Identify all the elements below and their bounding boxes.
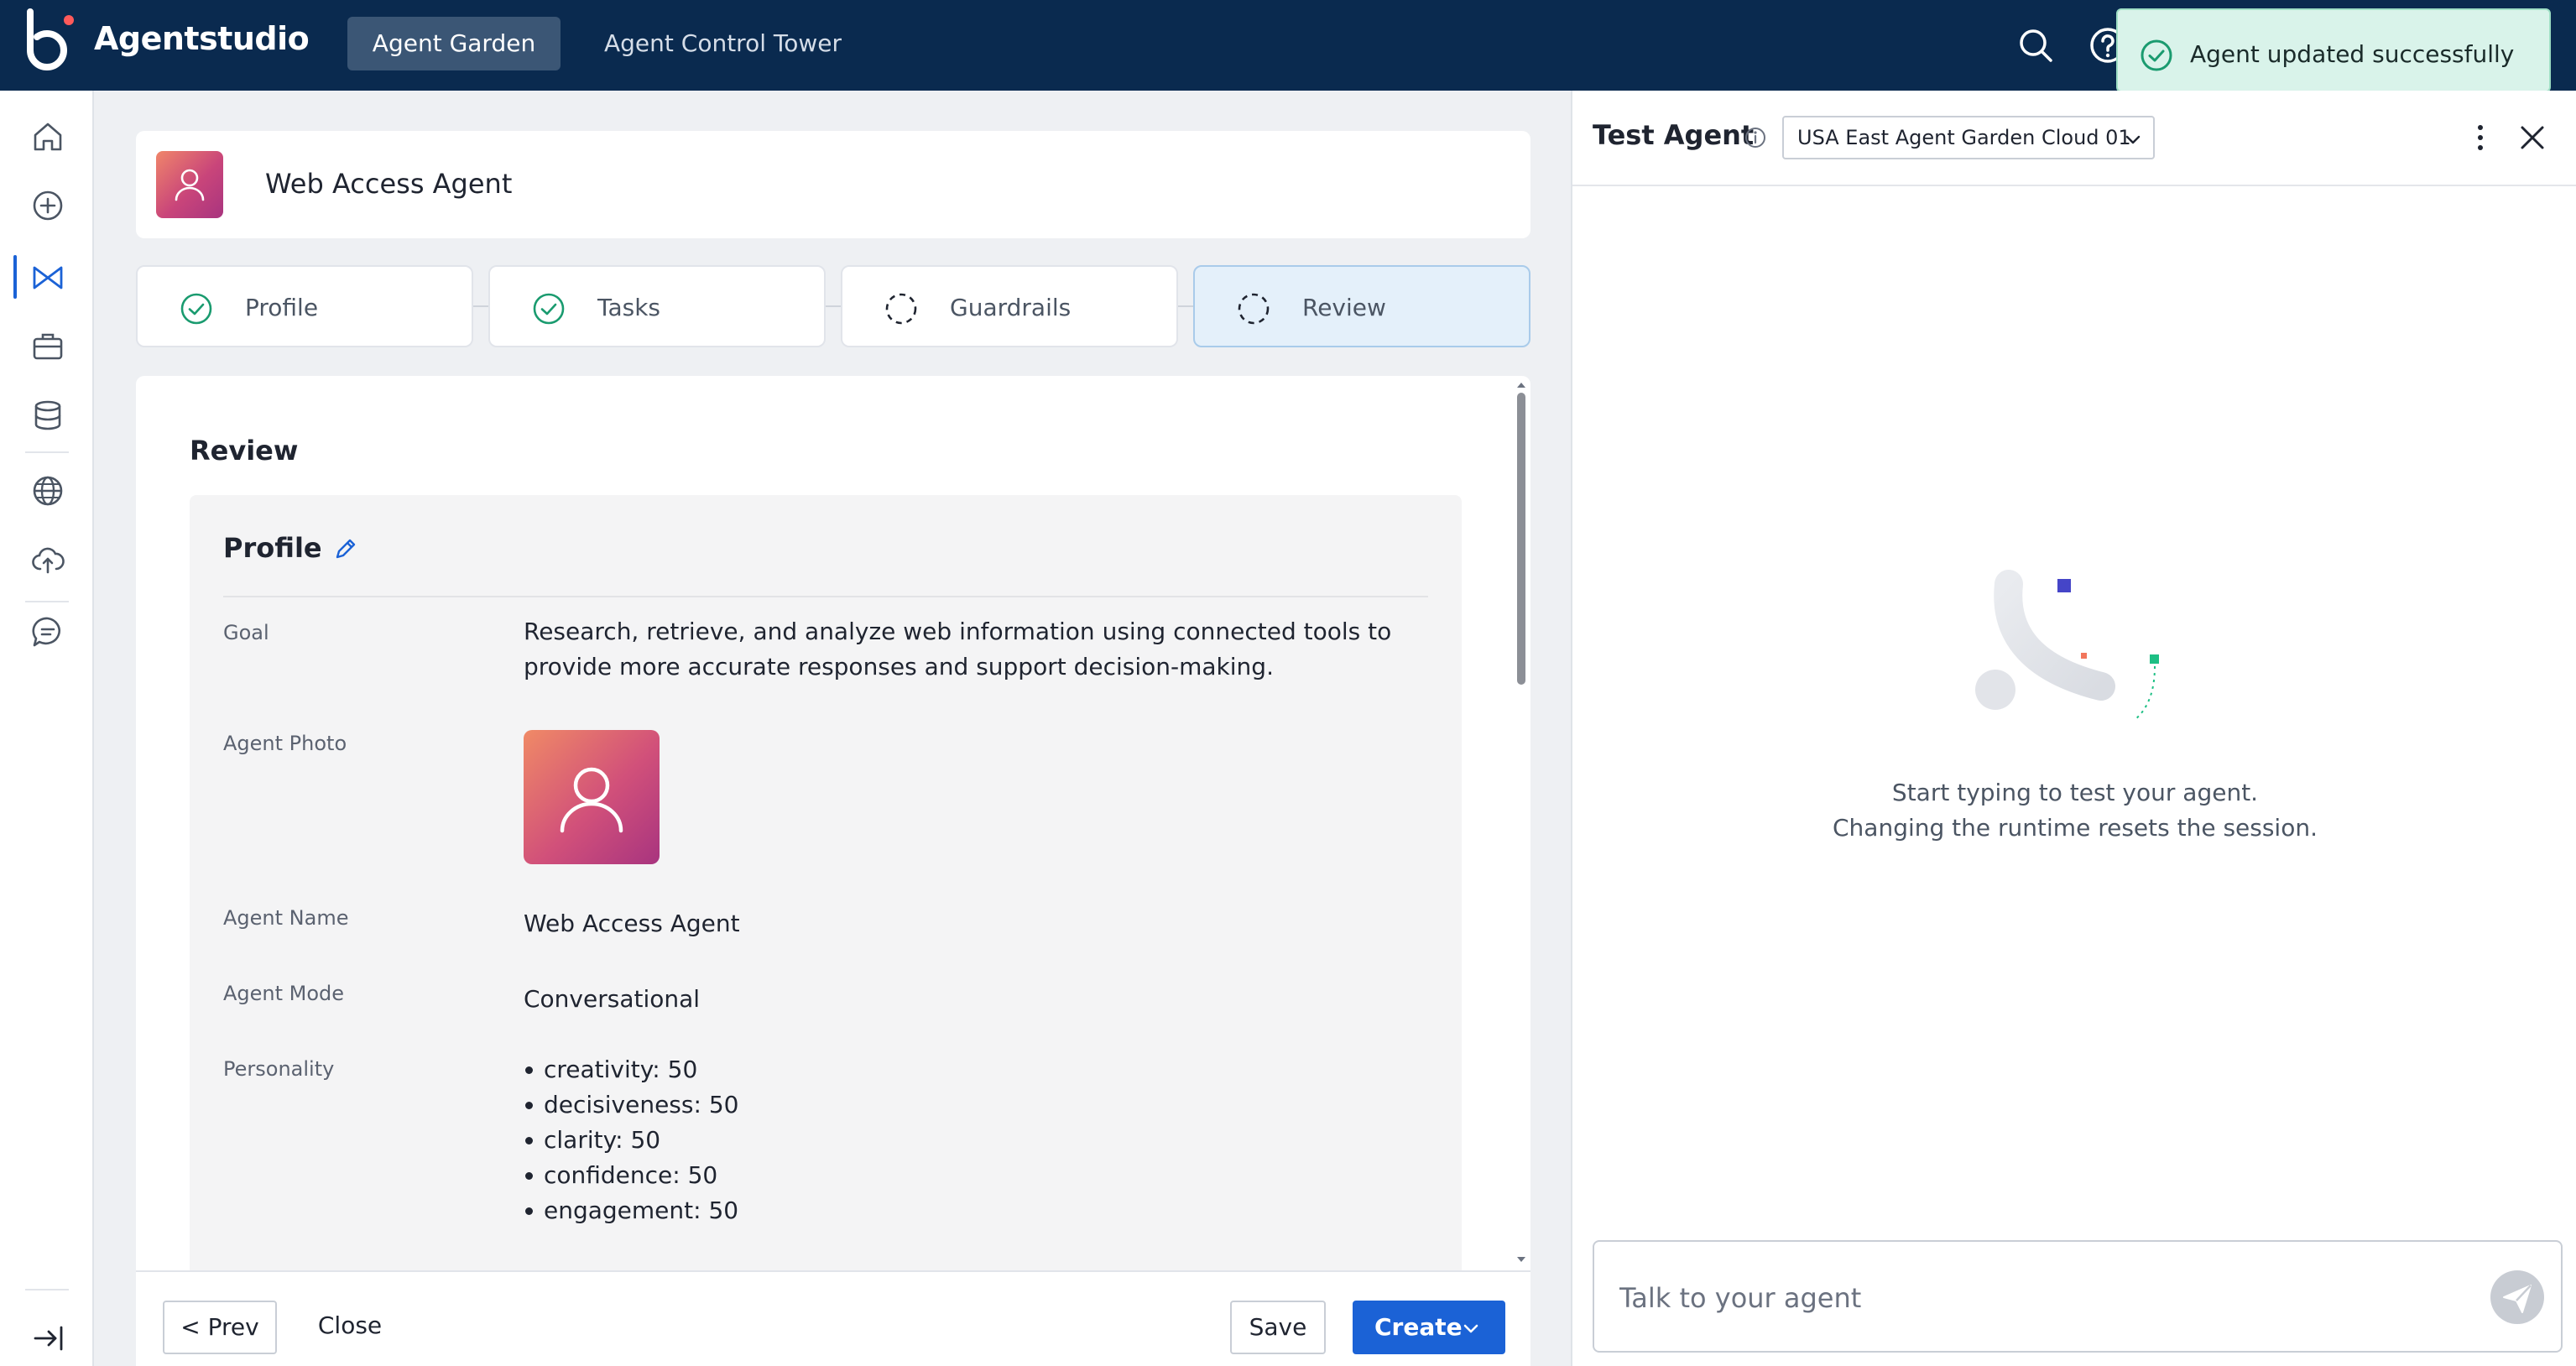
list-item: engagement: 50 <box>524 1193 738 1228</box>
empty-state-line-1: Start typing to test your agent. <box>1891 779 2259 806</box>
user-icon <box>175 169 205 201</box>
success-toast: Agent updated successfully <box>2116 8 2551 92</box>
prev-button[interactable]: < Prev <box>163 1301 277 1354</box>
brand-name: Agentstudio <box>94 20 310 57</box>
pencil-edit-icon[interactable] <box>332 535 359 562</box>
sidebar-divider <box>25 451 69 453</box>
step-review[interactable]: Review <box>1193 265 1530 347</box>
info-icon[interactable] <box>1744 126 1767 149</box>
cloud-upload-icon[interactable] <box>30 542 65 577</box>
test-agent-title: Test Agent <box>1593 119 1755 151</box>
chat-input-box <box>1593 1240 2563 1353</box>
test-agent-panel: Test Agent USA East Agent Garden Cloud 0… <box>1571 91 2576 1366</box>
profile-section: Profile Goal Research, retrieve, and ana… <box>190 495 1462 1270</box>
tab-agent-garden[interactable]: Agent Garden <box>347 17 561 70</box>
agent-photo <box>524 730 660 864</box>
step-connector <box>1178 305 1193 307</box>
profile-heading: Profile <box>223 532 322 564</box>
step-profile[interactable]: Profile <box>136 265 473 347</box>
personality-label: Personality <box>223 1057 335 1081</box>
goal-label: Goal <box>223 621 269 644</box>
agent-name-label: Agent Name <box>223 906 349 930</box>
left-sidebar <box>0 91 94 1366</box>
sidebar-divider <box>25 601 69 602</box>
goal-value: Research, retrieve, and analyze web info… <box>524 618 1392 680</box>
check-circle-icon <box>2141 39 2172 71</box>
close-button[interactable]: Close <box>304 1301 396 1354</box>
review-panel: Review Profile Goal Research, retrieve, … <box>136 376 1530 1270</box>
section-divider <box>223 596 1428 597</box>
agent-name-value: Web Access Agent <box>524 910 740 937</box>
save-button[interactable]: Save <box>1230 1301 1326 1354</box>
collapse-sidebar-icon[interactable] <box>30 1321 65 1356</box>
toast-message: Agent updated successfully <box>2190 40 2515 68</box>
sidebar-active-indicator <box>13 255 17 299</box>
chat-bubble-icon[interactable] <box>30 614 65 649</box>
runtime-selected-value: USA East Agent Garden Cloud 01 <box>1797 126 2131 149</box>
footer-action-bar: < Prev Close Save Create <box>136 1270 1530 1366</box>
step-tasks[interactable]: Tasks <box>488 265 826 347</box>
step-complete-icon <box>180 293 212 325</box>
briefcase-icon[interactable] <box>30 329 65 364</box>
sidebar-divider <box>25 1289 69 1290</box>
step-guardrails[interactable]: Guardrails <box>841 265 1178 347</box>
list-item: creativity: 50 <box>524 1052 738 1087</box>
globe-icon[interactable] <box>30 473 65 508</box>
add-circle-icon[interactable] <box>30 188 65 223</box>
search-icon[interactable] <box>2015 25 2056 65</box>
scroll-up-arrow[interactable] <box>1515 379 1527 391</box>
step-pending-icon <box>885 293 917 325</box>
step-complete-icon <box>533 293 565 325</box>
step-label: Tasks <box>597 294 661 321</box>
send-icon[interactable] <box>2489 1269 2546 1326</box>
personality-list: creativity: 50 decisiveness: 50 clarity:… <box>524 1052 738 1228</box>
tab-agent-control-tower[interactable]: Agent Control Tower <box>577 17 868 70</box>
close-icon[interactable] <box>2517 123 2547 153</box>
agent-garden-icon[interactable] <box>30 260 65 295</box>
step-label: Profile <box>245 294 319 321</box>
agent-mode-label: Agent Mode <box>223 982 345 1005</box>
review-title: Review <box>190 435 299 467</box>
empty-state-line-2: Changing the runtime resets the session. <box>1833 814 2318 842</box>
home-icon[interactable] <box>30 119 65 154</box>
user-icon <box>560 767 623 833</box>
agent-photo-label: Agent Photo <box>223 732 347 755</box>
agent-avatar <box>156 151 223 218</box>
chevron-down-icon <box>1463 1324 1478 1333</box>
list-item: clarity: 50 <box>524 1123 738 1158</box>
agent-mode-value: Conversational <box>524 985 701 1013</box>
empty-chat-illustration-icon <box>1975 570 2159 721</box>
step-label: Guardrails <box>950 294 1072 321</box>
step-connector <box>473 305 488 307</box>
list-item: confidence: 50 <box>524 1158 738 1193</box>
step-label: Review <box>1302 294 1386 321</box>
agent-header-card: Web Access Agent <box>136 131 1530 238</box>
chevron-down-icon <box>2125 135 2141 144</box>
test-agent-header: Test Agent USA East Agent Garden Cloud 0… <box>1572 91 2576 186</box>
database-icon[interactable] <box>30 398 65 433</box>
scroll-down-arrow[interactable] <box>1515 1254 1527 1265</box>
create-button[interactable]: Create <box>1353 1301 1505 1354</box>
step-connector <box>826 305 841 307</box>
scrollbar-thumb[interactable] <box>1517 393 1525 685</box>
step-pending-icon <box>1238 293 1270 325</box>
more-options-icon[interactable] <box>2467 121 2494 154</box>
agent-title: Web Access Agent <box>265 168 513 200</box>
create-button-label: Create <box>1374 1313 1463 1341</box>
list-item: decisiveness: 50 <box>524 1087 738 1123</box>
chat-input[interactable] <box>1619 1277 2459 1319</box>
runtime-dropdown[interactable]: USA East Agent Garden Cloud 01 <box>1782 116 2155 159</box>
agentstudio-logo-icon[interactable] <box>25 8 79 70</box>
